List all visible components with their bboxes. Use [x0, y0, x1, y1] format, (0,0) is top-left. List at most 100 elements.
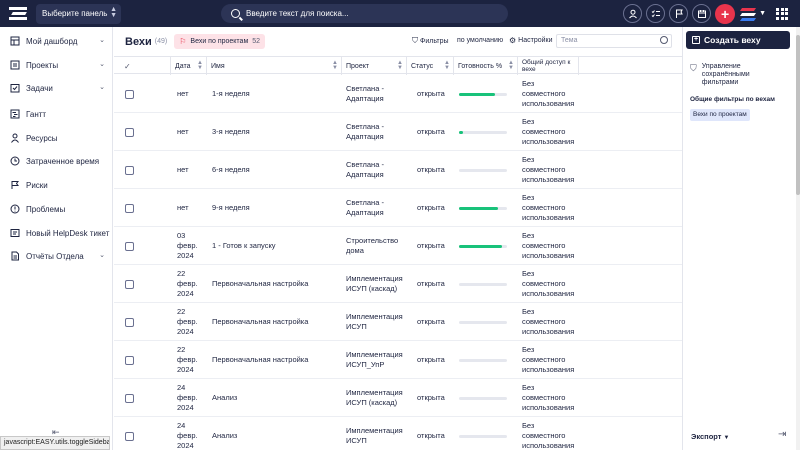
- sidebar-item[interactable]: Новый HelpDesk тикет: [0, 222, 113, 244]
- sidebar-item[interactable]: Гантт: [0, 103, 113, 125]
- cell-name[interactable]: 9-я неделя: [212, 189, 340, 227]
- apps-grid-icon[interactable]: [776, 7, 788, 20]
- quick-add-button[interactable]: +: [715, 3, 736, 24]
- filter-tag-milestones-by-projects[interactable]: Вехи по проектам: [690, 109, 750, 121]
- global-search-input[interactable]: Введите текст для поиска...: [221, 4, 508, 23]
- saved-filter-chip[interactable]: ⚐ Вехи по проектам 52: [174, 34, 266, 49]
- plus-icon: +: [692, 36, 700, 44]
- chevron-down-icon[interactable]: ⌄: [99, 251, 105, 259]
- cell-project[interactable]: Имплементация ИСУП_УпР: [346, 341, 404, 379]
- column-header-name[interactable]: Имя ▲ ▼: [207, 57, 342, 75]
- checklist-icon[interactable]: [646, 4, 666, 23]
- progress-fill: [459, 92, 495, 96]
- table-row[interactable]: нет 6-я неделя Светлана - Адаптация открыта…: [114, 151, 682, 189]
- flag-icon[interactable]: [669, 4, 689, 23]
- sidebar-item[interactable]: Риски: [0, 174, 113, 196]
- cell-name[interactable]: 3-я неделя: [212, 113, 340, 151]
- sidebar-item-label: Отчёты Отдела: [26, 251, 84, 261]
- column-header-access[interactable]: Общий доступ к вехе: [518, 57, 579, 75]
- row-checkbox[interactable]: [125, 431, 134, 441]
- cell-name[interactable]: 6-я неделя: [212, 151, 340, 189]
- row-checkbox[interactable]: [125, 89, 134, 99]
- chevron-down-icon[interactable]: ⌄: [99, 83, 105, 91]
- chevron-down-icon[interactable]: ⌄: [99, 36, 105, 44]
- column-header-status[interactable]: Статус ▲ ▼: [407, 57, 454, 75]
- table-row[interactable]: 22 февр. 2024 Первоначальная настройка Имп…: [114, 341, 682, 379]
- row-checkbox[interactable]: [125, 355, 134, 365]
- select-all-checkmark[interactable]: ✓: [114, 57, 171, 75]
- column-name-label: Имя: [211, 62, 225, 70]
- sidebar-item[interactable]: Затраченное время: [0, 150, 113, 172]
- gantt-icon: [9, 109, 20, 120]
- row-checkbox-cell: [125, 113, 145, 151]
- cell-name[interactable]: Первоначальная настройка: [212, 265, 340, 303]
- row-checkbox-cell: [125, 303, 145, 341]
- calendar-icon[interactable]: [692, 4, 712, 23]
- cell-name[interactable]: Анализ: [212, 417, 340, 450]
- app-logo-icon[interactable]: [9, 6, 29, 21]
- row-checkbox[interactable]: [125, 165, 134, 175]
- cell-name[interactable]: 1-я неделя: [212, 75, 340, 113]
- row-checkbox[interactable]: [125, 279, 134, 289]
- row-checkbox-cell: [125, 189, 145, 227]
- sidebar-item[interactable]: Ресурсы: [0, 127, 113, 149]
- search-icon[interactable]: [660, 36, 668, 44]
- sidebar-item[interactable]: Проблемы: [0, 198, 113, 220]
- cell-project[interactable]: Имплементация ИСУП: [346, 417, 404, 450]
- cell-project[interactable]: Имплементация ИСУП (каскад): [346, 379, 404, 417]
- cell-project[interactable]: Имплементация ИСУП: [346, 303, 404, 341]
- cell-name[interactable]: Анализ: [212, 379, 340, 417]
- sidebar-item[interactable]: Проекты ⌄: [0, 54, 113, 76]
- row-checkbox[interactable]: [125, 241, 134, 251]
- cell-project[interactable]: Светлана - Адаптация: [346, 75, 404, 113]
- filters-button[interactable]: ⛉ Фильтры: [412, 36, 449, 46]
- panel-select[interactable]: Выберите панель ▲ ▼: [36, 3, 121, 24]
- cell-name[interactable]: 1 - Готов к запуску: [212, 227, 340, 265]
- page-scrollbar[interactable]: [796, 27, 800, 450]
- create-milestone-button[interactable]: + Создать веху: [686, 31, 790, 49]
- table-row[interactable]: 22 февр. 2024 Первоначальная настройка Имп…: [114, 303, 682, 341]
- sidebar-item[interactable]: Мой дашборд ⌄: [0, 30, 113, 52]
- manage-saved-filters-link[interactable]: ⛉ Управление сохранёнными фильтрами: [690, 63, 772, 87]
- cell-project[interactable]: Имплементация ИСУП (каскад): [346, 265, 404, 303]
- user-icon[interactable]: [623, 4, 643, 23]
- column-header-project[interactable]: Проект ▲ ▼: [342, 57, 407, 75]
- row-checkbox[interactable]: [125, 127, 134, 137]
- table-row[interactable]: нет 9-я неделя Светлана - Адаптация открыта…: [114, 189, 682, 227]
- export-dropdown[interactable]: Экспорт ▼: [691, 432, 729, 441]
- cell-project[interactable]: Светлана - Адаптация: [346, 151, 404, 189]
- sidebar-item[interactable]: Отчёты Отдела ⌄: [0, 245, 113, 267]
- cell-name[interactable]: Первоначальная настройка: [212, 341, 340, 379]
- cell-project[interactable]: Светлана - Адаптация: [346, 113, 404, 151]
- theme-search-input[interactable]: Тема: [556, 34, 672, 48]
- column-header-progress[interactable]: Готовность % ▲ ▼: [454, 57, 518, 75]
- chevron-down-icon[interactable]: ⌄: [99, 60, 105, 68]
- table-row[interactable]: нет 3-я неделя Светлана - Адаптация открыта…: [114, 113, 682, 151]
- scrollbar-thumb[interactable]: [796, 35, 800, 195]
- table-row[interactable]: 24 февр. 2024 Анализ Имплементация ИСУП отк…: [114, 417, 682, 450]
- clock-icon: [9, 156, 20, 167]
- table-row[interactable]: 03 февр. 2024 1 - Готов к запуску Строител…: [114, 227, 682, 265]
- cell-access: Без совместного использования: [522, 155, 575, 184]
- sidebar-item-label: Новый HelpDesk тикет: [26, 228, 110, 238]
- cell-date: нет: [177, 127, 189, 136]
- progress-cell: [459, 303, 514, 341]
- table-row[interactable]: нет 1-я неделя Светлана - Адаптация открыта…: [114, 75, 682, 113]
- sidebar-item[interactable]: Задачи ⌄: [0, 77, 113, 99]
- cell-project[interactable]: Строительство дома: [346, 227, 404, 265]
- progress-bar: [459, 358, 507, 362]
- cell-name[interactable]: Первоначальная настройка: [212, 303, 340, 341]
- chevron-down-icon[interactable]: ▼: [759, 10, 766, 17]
- collapse-panel-icon[interactable]: ⇥: [778, 429, 786, 440]
- chip-label: Вехи по проектам: [190, 38, 249, 45]
- row-checkbox[interactable]: [125, 393, 134, 403]
- table-row[interactable]: 22 февр. 2024 Первоначальная настройка Имп…: [114, 265, 682, 303]
- cell-project[interactable]: Светлана - Адаптация: [346, 189, 404, 227]
- table-row[interactable]: 24 февр. 2024 Анализ Имплементация ИСУП (к…: [114, 379, 682, 417]
- column-header-date[interactable]: Дата ▲ ▼: [171, 57, 207, 75]
- row-checkbox[interactable]: [125, 203, 134, 213]
- row-checkbox[interactable]: [125, 317, 134, 327]
- default-filter-label[interactable]: по умолчанию: [457, 37, 503, 44]
- settings-button[interactable]: ⚙ Настройки: [509, 36, 553, 45]
- brand-logo-icon[interactable]: [740, 7, 757, 21]
